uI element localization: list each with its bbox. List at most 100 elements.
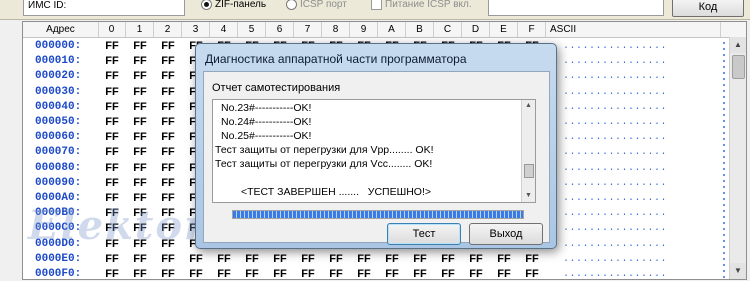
- hex-cell[interactable]: FF: [154, 130, 182, 145]
- hex-cell[interactable]: FF: [126, 130, 154, 145]
- log-textbox[interactable]: ▲ ▼ No.23#-----------OK! No.24#----------…: [212, 99, 536, 203]
- header-col: 3: [182, 22, 210, 37]
- row-address: 000060:: [35, 131, 82, 144]
- hex-cell[interactable]: FF: [490, 267, 518, 279]
- log-scrollbar[interactable]: ▲ ▼: [521, 100, 535, 202]
- header-ascii: ASCII: [546, 22, 721, 37]
- header-col: E: [490, 22, 518, 37]
- log-line: No.25#-----------OK!: [221, 130, 312, 142]
- hex-cell[interactable]: FF: [154, 267, 182, 279]
- hex-cell[interactable]: FF: [266, 252, 294, 267]
- hex-cell[interactable]: FF: [462, 252, 490, 267]
- row-address: 000030:: [35, 85, 82, 98]
- imc-id-field[interactable]: ИМС ID:: [23, 0, 185, 16]
- progress-bar: [232, 210, 524, 219]
- hex-cell[interactable]: FF: [98, 100, 126, 115]
- hex-cell[interactable]: FF: [238, 267, 266, 279]
- hex-cell[interactable]: FF: [518, 252, 546, 267]
- header-col: 7: [294, 22, 322, 37]
- hex-cell[interactable]: FF: [210, 252, 238, 267]
- hex-cell[interactable]: FF: [154, 100, 182, 115]
- table-row: 0000F0: FF FF FF FF FF FF FF FF FF FF FF FF FF FF FF FF.…: [23, 267, 746, 280]
- icsp-radio[interactable]: ICSP порт: [286, 0, 347, 10]
- scroll-up-icon[interactable]: ▲: [730, 37, 746, 53]
- test-button[interactable]: Тест: [387, 223, 461, 245]
- kod-button[interactable]: Код: [672, 0, 744, 17]
- hex-cell[interactable]: FF: [154, 115, 182, 130]
- hex-cell[interactable]: FF: [434, 267, 462, 279]
- hex-cell[interactable]: FF: [98, 176, 126, 191]
- log-scroll-thumb[interactable]: [524, 164, 534, 178]
- hex-cell[interactable]: FF: [266, 267, 294, 279]
- hex-cell[interactable]: FF: [490, 252, 518, 267]
- hex-cell[interactable]: FF: [154, 39, 182, 54]
- hex-cell[interactable]: FF: [182, 252, 210, 267]
- hex-cell[interactable]: FF: [98, 130, 126, 145]
- hex-cell[interactable]: FF: [98, 161, 126, 176]
- hex-cell[interactable]: FF: [154, 252, 182, 267]
- hex-cell[interactable]: FF: [294, 267, 322, 279]
- hex-cell[interactable]: FF: [406, 267, 434, 279]
- hex-cell[interactable]: FF: [350, 252, 378, 267]
- hex-cell[interactable]: FF: [406, 252, 434, 267]
- scroll-down-icon[interactable]: ▼: [730, 263, 746, 279]
- hex-cell[interactable]: FF: [238, 252, 266, 267]
- ascii-cell: ................: [563, 147, 668, 159]
- zif-radio[interactable]: ZIF-панель: [201, 0, 266, 10]
- hex-cell[interactable]: FF: [322, 252, 350, 267]
- hex-cell[interactable]: FF: [98, 115, 126, 130]
- hex-cell[interactable]: FF: [154, 176, 182, 191]
- hex-cell[interactable]: FF: [98, 54, 126, 69]
- log-scroll-down-icon[interactable]: ▼: [522, 190, 535, 202]
- hex-cell[interactable]: FF: [126, 145, 154, 160]
- dialog-body: Отчет самотестирования ▲ ▼ No.23#-------…: [203, 71, 550, 245]
- progress-fill: [233, 211, 523, 218]
- hex-cell[interactable]: FF: [126, 69, 154, 84]
- ascii-cell: ................: [563, 132, 668, 144]
- hex-cell[interactable]: FF: [154, 85, 182, 100]
- header-col: 0: [98, 22, 126, 37]
- hex-cell[interactable]: FF: [518, 267, 546, 279]
- hex-cell[interactable]: FF: [126, 161, 154, 176]
- hex-cell[interactable]: FF: [98, 85, 126, 100]
- hex-cell[interactable]: FF: [126, 115, 154, 130]
- hex-cell[interactable]: FF: [462, 267, 490, 279]
- hex-cell[interactable]: FF: [294, 252, 322, 267]
- hex-cell[interactable]: FF: [98, 267, 126, 279]
- hex-cell[interactable]: FF: [154, 69, 182, 84]
- log-scroll-up-icon[interactable]: ▲: [522, 100, 535, 112]
- hex-cell[interactable]: FF: [182, 267, 210, 279]
- hex-cell[interactable]: FF: [126, 100, 154, 115]
- hex-cell[interactable]: FF: [154, 145, 182, 160]
- hex-cell[interactable]: FF: [378, 252, 406, 267]
- hex-cell[interactable]: FF: [378, 267, 406, 279]
- hex-cell[interactable]: FF: [322, 267, 350, 279]
- hex-cell[interactable]: FF: [350, 267, 378, 279]
- scroll-thumb[interactable]: [732, 55, 745, 79]
- grid-scrollbar[interactable]: ▲ ▼: [729, 37, 746, 279]
- ascii-cell: ................: [563, 269, 668, 280]
- hex-cell[interactable]: FF: [210, 267, 238, 279]
- hex-cell[interactable]: FF: [154, 54, 182, 69]
- hex-cell[interactable]: FF: [126, 176, 154, 191]
- imc-id-label: ИМС ID:: [28, 0, 67, 11]
- hex-cell[interactable]: FF: [126, 39, 154, 54]
- grid-header: Адрес 0 1 2 3 4 5 6 7 8 9 A B C D E F ASCII: [23, 22, 746, 38]
- diagnostics-dialog: Диагностика аппаратной части программато…: [195, 43, 557, 249]
- icsp-power-checkbox[interactable]: Питание ICSP вкл.: [371, 0, 472, 10]
- hex-cell[interactable]: FF: [98, 39, 126, 54]
- hex-cell[interactable]: FF: [98, 69, 126, 84]
- log-line: No.24#-----------OK!: [221, 116, 312, 128]
- hex-cell[interactable]: FF: [126, 252, 154, 267]
- hex-cell[interactable]: FF: [126, 267, 154, 279]
- hex-cell[interactable]: FF: [98, 145, 126, 160]
- hex-cell[interactable]: FF: [98, 252, 126, 267]
- hex-cell[interactable]: FF: [154, 161, 182, 176]
- hex-cell[interactable]: FF: [434, 252, 462, 267]
- hex-cell[interactable]: FF: [126, 54, 154, 69]
- header-col: 6: [266, 22, 294, 37]
- row-address: 000070:: [35, 146, 82, 159]
- hex-cell[interactable]: FF: [126, 85, 154, 100]
- ascii-dots: [721, 40, 729, 279]
- exit-button[interactable]: Выход: [469, 223, 543, 245]
